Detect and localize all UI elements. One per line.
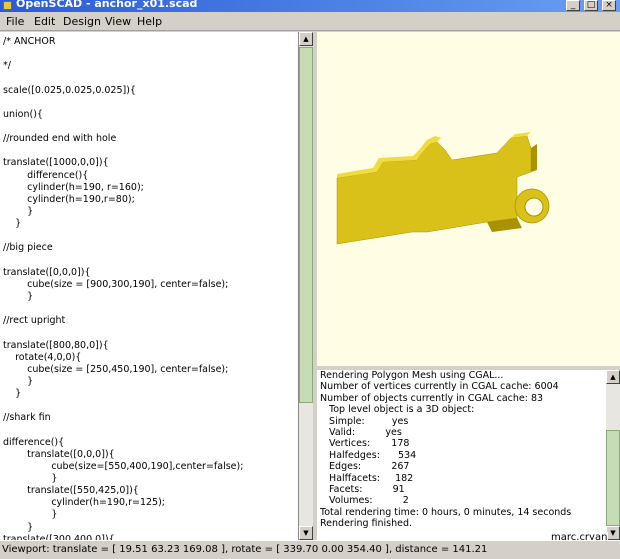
menu-help[interactable]: Help — [137, 15, 162, 28]
code-line[interactable]: //shark fin — [3, 412, 298, 424]
code-line[interactable]: } — [3, 206, 298, 218]
console-line: Rendering finished. — [320, 518, 413, 530]
window-title: OpenSCAD - anchor_x01.scad — [16, 0, 198, 10]
code-line[interactable]: difference(){ — [3, 437, 298, 449]
menu-edit[interactable]: Edit — [34, 15, 55, 28]
3d-viewport[interactable] — [317, 32, 620, 366]
console-line: Total rendering time: 0 hours, 0 minutes… — [320, 506, 572, 518]
code-line[interactable]: } — [3, 473, 298, 485]
model-hole — [524, 197, 544, 217]
console-line: Simple: yes — [320, 415, 409, 427]
console-line: Number of objects currently in CGAL cach… — [320, 392, 544, 404]
console-line: Facets: 91 — [320, 483, 405, 495]
console-scroll-up-icon[interactable]: ▲ — [606, 370, 620, 384]
close-button[interactable]: × — [602, 0, 616, 11]
code-line[interactable]: //big piece — [3, 242, 298, 254]
code-line[interactable]: translate([550,425,0]){ — [3, 485, 298, 497]
console-text: Rendering Polygon Mesh using CGAL... Numb… — [317, 370, 620, 529]
console-line: Top level object is a 3D object: — [320, 404, 475, 416]
code-line[interactable] — [3, 425, 298, 437]
code-line[interactable] — [3, 145, 298, 157]
code-line[interactable] — [3, 400, 298, 412]
title-bar: OpenSCAD - anchor_x01.scad _ □ × — [0, 0, 620, 12]
console-line: Volumes: 2 — [320, 495, 409, 507]
code-line[interactable]: cube(size = [900,300,190], center=false)… — [3, 279, 298, 291]
openscad-app-icon — [3, 1, 12, 10]
menu-view[interactable]: View — [105, 15, 131, 28]
console-line: Number of vertices currently in CGAL cac… — [320, 381, 559, 393]
code-line[interactable] — [3, 327, 298, 339]
code-line[interactable]: } — [3, 388, 298, 400]
console-output[interactable]: Rendering Polygon Mesh using CGAL... Numb… — [317, 370, 620, 540]
viewport-status: Viewport: translate = [ 19.51 63.23 169.… — [2, 544, 488, 555]
code-line[interactable]: translate([0,0,0]){ — [3, 449, 298, 461]
code-line[interactable]: } — [3, 522, 298, 534]
code-line[interactable]: cylinder(h=190, r=160); — [3, 182, 298, 194]
code-line[interactable]: } — [3, 509, 298, 521]
code-line[interactable]: } — [3, 291, 298, 303]
code-line[interactable]: difference(){ — [3, 170, 298, 182]
code-line[interactable]: cylinder(h=190,r=80); — [3, 194, 298, 206]
console-line: Valid: yes — [320, 426, 402, 438]
code-editor[interactable]: /* ANCHOR */ scale([0.025,0.025,0.025]){ un… — [0, 32, 299, 540]
console-line: Vertices: 178 — [320, 438, 410, 450]
code-text[interactable]: /* ANCHOR */ scale([0.025,0.025,0.025]){ un… — [0, 32, 298, 540]
code-line[interactable]: //rect upright — [3, 315, 298, 327]
code-line[interactable] — [3, 48, 298, 60]
code-line[interactable]: */ — [3, 60, 298, 72]
editor-scrollbar[interactable]: ▲ ▼ — [299, 32, 313, 540]
code-line[interactable]: //rounded end with hole — [3, 133, 298, 145]
menu-bar: File Edit Design View Help — [0, 12, 620, 31]
model-upright-side — [531, 144, 537, 172]
console-line: Halfedges: 534 — [320, 449, 417, 461]
minimize-button[interactable]: _ — [566, 0, 580, 11]
code-line[interactable]: cube(size=[550,400,190],center=false); — [3, 461, 298, 473]
maximize-button[interactable]: □ — [584, 0, 598, 11]
scroll-up-arrow-icon[interactable]: ▲ — [299, 32, 313, 46]
code-line[interactable]: /* ANCHOR — [3, 36, 298, 48]
menu-design[interactable]: Design — [63, 15, 101, 28]
console-scroll-thumb[interactable] — [606, 430, 620, 526]
code-line[interactable]: scale([0.025,0.025,0.025]){ — [3, 85, 298, 97]
console-scrollbar[interactable]: ▲ ▼ — [606, 370, 620, 540]
scroll-down-arrow-icon[interactable]: ▼ — [299, 526, 313, 540]
code-line[interactable]: cylinder(h=190,r=125); — [3, 497, 298, 509]
code-line[interactable]: translate([1000,0,0]){ — [3, 157, 298, 169]
code-line[interactable]: translate([0,0,0]){ — [3, 267, 298, 279]
code-line[interactable]: } — [3, 376, 298, 388]
code-line[interactable]: union(){ — [3, 109, 298, 121]
code-line[interactable] — [3, 230, 298, 242]
code-line[interactable]: translate([800,80,0]){ — [3, 340, 298, 352]
console-line: Edges: 267 — [320, 461, 410, 473]
anchor-model — [336, 132, 550, 245]
console-line: Rendering Polygon Mesh using CGAL... — [320, 370, 504, 381]
code-line[interactable] — [3, 255, 298, 267]
status-bar: Viewport: translate = [ 19.51 63.23 169.… — [0, 540, 620, 559]
code-line[interactable]: } — [3, 218, 298, 230]
console-line: Halffacets: 182 — [320, 472, 414, 484]
code-line[interactable]: cube(size = [250,450,190], center=false)… — [3, 364, 298, 376]
editor-scroll-thumb[interactable] — [299, 47, 313, 403]
code-line[interactable] — [3, 72, 298, 84]
code-line[interactable] — [3, 97, 298, 109]
menu-file[interactable]: File — [6, 15, 24, 28]
code-line[interactable] — [3, 121, 298, 133]
code-line[interactable]: rotate(4,0,0){ — [3, 352, 298, 364]
code-line[interactable] — [3, 303, 298, 315]
